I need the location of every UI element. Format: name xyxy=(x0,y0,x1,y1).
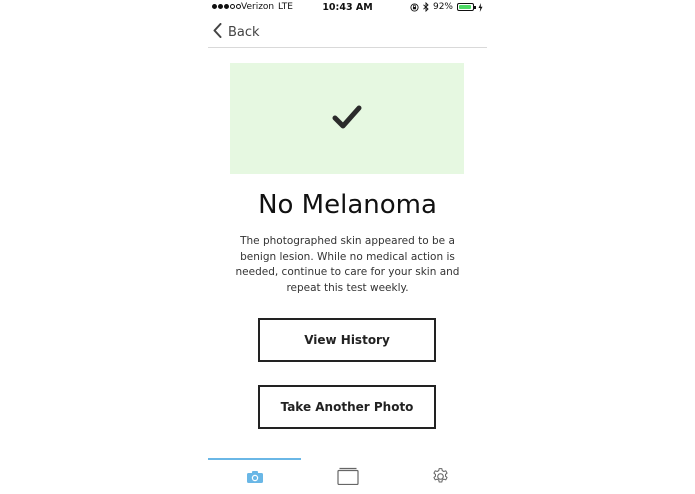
tab-history[interactable] xyxy=(301,466,394,490)
result-title: No Melanoma xyxy=(258,190,437,220)
tab-settings[interactable] xyxy=(394,466,487,490)
charging-icon xyxy=(478,2,483,12)
gear-icon xyxy=(431,467,450,490)
chevron-left-icon xyxy=(213,23,222,42)
battery-percent: 92% xyxy=(432,2,453,12)
tab-bar xyxy=(208,458,487,494)
camera-icon xyxy=(246,469,264,488)
status-bar: Verizon LTE 10:43 AM 92% xyxy=(208,0,487,16)
result-message: The photographed skin appeared to be a b… xyxy=(235,235,460,294)
checkmark-icon xyxy=(332,104,362,134)
app-screen: Verizon LTE 10:43 AM 92% Back No Melanom… xyxy=(208,0,487,494)
back-label: Back xyxy=(228,25,260,40)
navigation-bar: Back xyxy=(208,16,487,48)
back-button[interactable]: Back xyxy=(213,23,260,42)
view-history-button[interactable]: View History xyxy=(258,318,436,362)
result-panel xyxy=(230,63,464,174)
bluetooth-icon xyxy=(423,2,429,12)
battery-icon xyxy=(457,3,476,11)
rotation-lock-icon xyxy=(410,2,419,12)
history-icon xyxy=(336,467,359,489)
tab-camera[interactable] xyxy=(208,466,301,490)
active-tab-indicator xyxy=(208,458,301,460)
battery-level xyxy=(459,5,471,9)
status-indicators: 92% xyxy=(410,2,483,12)
take-another-photo-button[interactable]: Take Another Photo xyxy=(258,385,436,429)
